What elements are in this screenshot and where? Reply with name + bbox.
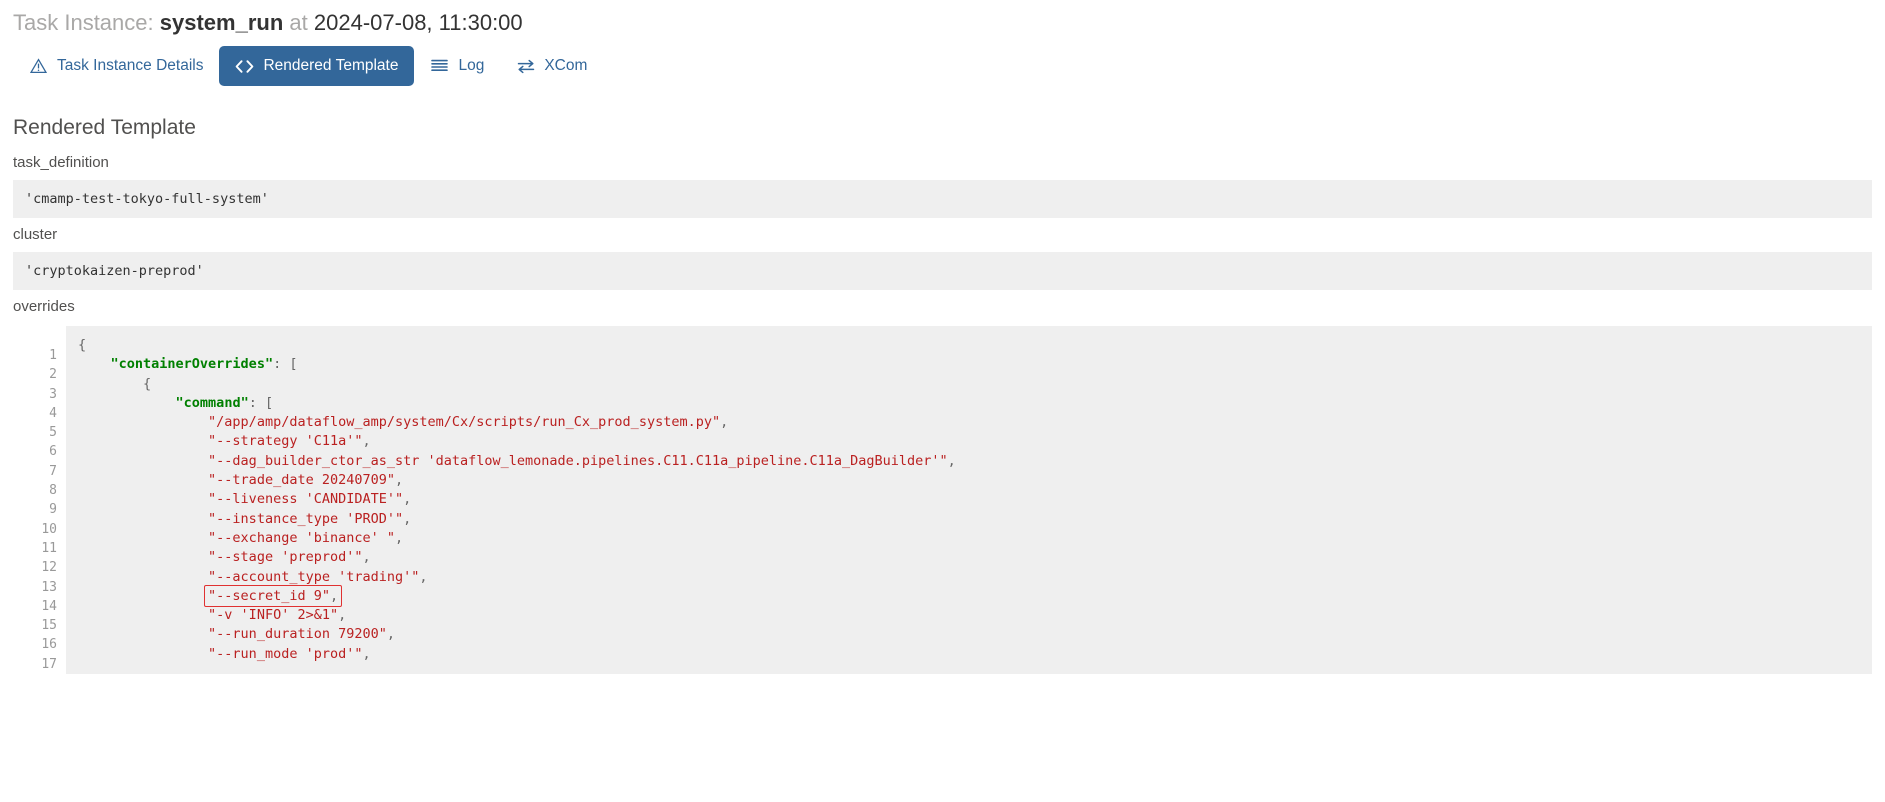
exchange-arrows-icon (516, 57, 535, 75)
code-line: { (78, 375, 1872, 394)
code-line: "--account_type 'trading'", (78, 568, 1872, 587)
code-token-str: "--account_type 'trading'" (208, 568, 420, 585)
code-token-str: "--trade_date 20240709" (208, 472, 395, 489)
code-line-number: 14 (41, 598, 57, 614)
list-lines-icon (430, 57, 449, 75)
code-line: "--exchange 'binance' ", (78, 529, 1872, 548)
code-line: "--stage 'preprod'", (78, 548, 1872, 567)
page-section-title: Rendered Template (13, 116, 196, 139)
code-line-number: 17 (41, 656, 57, 672)
code-token-str: "--secret_id 9" (208, 587, 330, 604)
code-token-str: "/app/amp/dataflow_amp/system/Cx/scripts… (208, 414, 721, 431)
code-line-number: 12 (41, 560, 57, 576)
code-line-number: 7 (49, 463, 57, 479)
code-token-punc: , (362, 645, 371, 662)
tab-log[interactable]: Log (414, 46, 500, 86)
code-token-str: "--instance_type 'PROD'" (208, 510, 404, 527)
code-token-punc: , (394, 472, 404, 489)
code-token-key: "command" (175, 394, 249, 411)
code-line: "--dag_builder_ctor_as_str 'dataflow_lem… (78, 452, 1872, 471)
page-title: Task Instance: system_run at 2024-07-08,… (13, 8, 523, 38)
code-line-numbers: 1 2 3 4 5 6 7 8 9 10 11 12 13 14 15 16 17 (13, 326, 66, 675)
tab-bar: Task Instance Details Rendered Template … (13, 46, 603, 86)
code-token-punc: , (419, 568, 428, 585)
overrides-code-block: 1 2 3 4 5 6 7 8 9 10 11 12 13 14 15 16 17 { "containerOv… (13, 326, 1872, 675)
tab-label: Log (458, 57, 485, 74)
code-token-str: "--dag_builder_ctor_as_str 'dataflow_lem… (208, 452, 948, 469)
code-token-punc: { (143, 375, 152, 392)
code-token-punc: , (947, 452, 956, 469)
code-line-number: 10 (41, 521, 57, 537)
code-line-number: 11 (41, 540, 57, 556)
code-token-punc: : [ (273, 356, 298, 373)
page-title-timestamp: 2024-07-08, 11:30:00 (313, 10, 523, 35)
code-token-punc: , (362, 433, 371, 450)
code-token-punc: , (362, 549, 371, 566)
code-line: "/app/amp/dataflow_amp/system/Cx/scripts… (78, 413, 1872, 432)
code-line: "containerOverrides": [ (78, 355, 1872, 374)
tab-label: Task Instance Details (57, 57, 204, 74)
code-line: "--run_mode 'prod'", (78, 645, 1872, 664)
code-token-punc: , (329, 587, 339, 604)
tab-rendered-template[interactable]: Rendered Template (219, 46, 415, 86)
field-label-cluster: cluster (13, 226, 58, 243)
code-token-punc: , (394, 529, 404, 546)
code-token-punc: , (338, 607, 347, 624)
code-line-number: 15 (41, 618, 57, 634)
code-token-str: "--run_duration 79200" (208, 626, 387, 643)
code-line: { (78, 336, 1872, 355)
tab-label: XCom (544, 57, 588, 74)
tab-label: Rendered Template (263, 57, 399, 74)
code-line-number: 2 (49, 367, 57, 383)
code-line: "--instance_type 'PROD'", (78, 510, 1872, 529)
code-token-punc: , (720, 414, 729, 431)
code-token-punc: , (403, 491, 412, 508)
code-line: "--trade_date 20240709", (78, 471, 1872, 490)
code-token-str: "--run_mode 'prod'" (208, 645, 363, 662)
page-title-prefix: Task Instance: (13, 10, 154, 35)
code-line-number: 5 (49, 425, 57, 441)
warning-triangle-icon (29, 57, 48, 75)
code-content[interactable]: { "containerOverrides": [ { "command": [… (66, 326, 1872, 675)
code-line-number: 16 (41, 637, 57, 653)
code-token-punc: { (78, 337, 87, 353)
field-value-task-definition: 'cmamp-test-tokyo-full-system' (13, 180, 1872, 218)
rendered-template-panel: Rendered Template task_definition 'cmamp… (0, 104, 1885, 675)
code-line-number: 4 (49, 405, 57, 421)
code-line: "--secret_id 9", (78, 587, 1872, 606)
code-line-number: 6 (49, 444, 57, 460)
code-line-number: 8 (49, 483, 57, 499)
code-token-punc: , (386, 626, 395, 643)
code-brackets-icon (235, 57, 254, 75)
code-token-str: "--strategy 'C11a'" (208, 433, 363, 450)
tab-task-instance-details[interactable]: Task Instance Details (13, 46, 219, 86)
code-line-number: 1 (49, 348, 57, 363)
code-token-punc: : [ (248, 394, 274, 411)
field-label-overrides: overrides (13, 298, 75, 315)
code-token-str: "-v 'INFO' 2>&1" (208, 607, 339, 624)
code-line: "--run_duration 79200", (78, 625, 1872, 644)
code-token-key: "containerOverrides" (110, 356, 274, 373)
page-title-task-id: system_run (159, 10, 284, 35)
code-line-number: 13 (41, 579, 57, 595)
code-line: "--strategy 'C11a'", (78, 432, 1872, 451)
page-title-at: at (289, 10, 308, 35)
code-line-number: 9 (49, 502, 57, 518)
code-token-punc: , (403, 510, 412, 527)
code-line-number: 3 (49, 386, 57, 402)
code-token-str: "--stage 'preprod'" (208, 549, 363, 566)
tab-xcom[interactable]: XCom (500, 46, 603, 86)
field-value-cluster: 'cryptokaizen-preprod' (13, 252, 1872, 290)
field-label-task-definition: task_definition (13, 154, 109, 171)
code-line: "command": [ (78, 394, 1872, 413)
code-token-str: "--liveness 'CANDIDATE'" (208, 491, 404, 508)
code-line: "--liveness 'CANDIDATE'", (78, 490, 1872, 509)
code-line: "-v 'INFO' 2>&1", (78, 606, 1872, 625)
code-token-str: "--exchange 'binance' " (208, 529, 395, 546)
